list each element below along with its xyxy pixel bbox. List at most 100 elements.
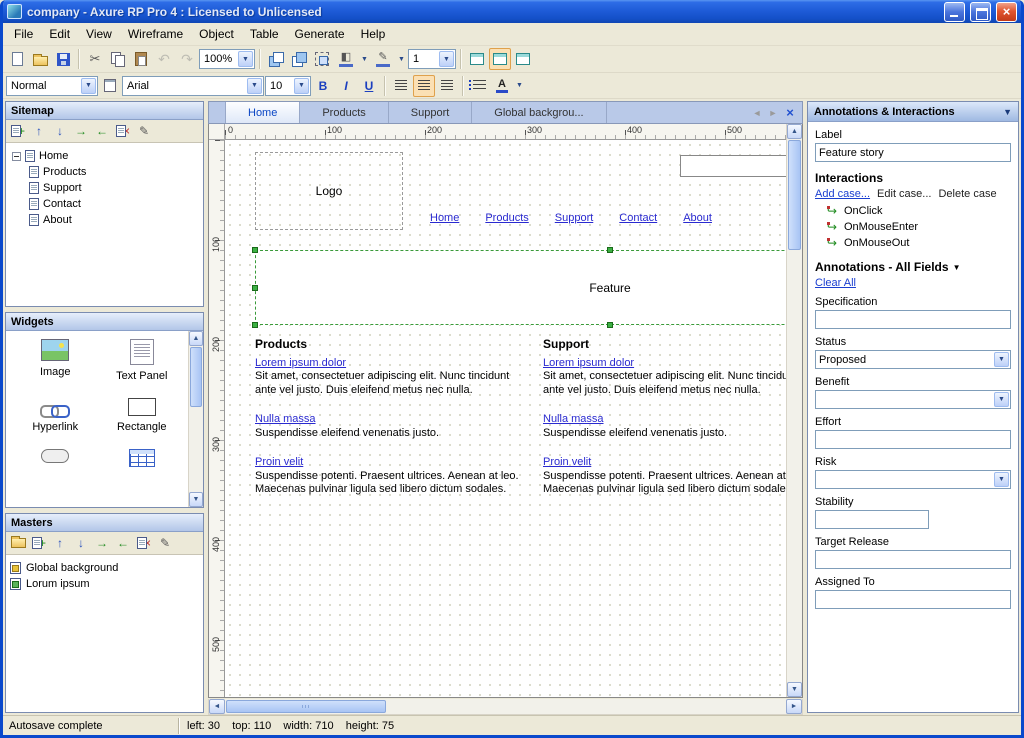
undo-button[interactable] [153, 48, 175, 70]
delete-case-link[interactable]: Delete case [938, 188, 996, 200]
menu-wireframe[interactable]: Wireframe [120, 24, 191, 44]
tree-node-about[interactable]: About [29, 212, 200, 228]
selection-handle[interactable] [607, 322, 613, 328]
scroll-right-icon[interactable]: ► [786, 699, 802, 714]
font-color-button[interactable]: A [491, 75, 513, 97]
line-color-dropdown[interactable]: ▼ [396, 48, 407, 70]
panel-menu-icon[interactable]: ▼ [1003, 107, 1012, 117]
redo-button[interactable] [176, 48, 198, 70]
horizontal-scrollbar[interactable]: ◄ ► [208, 699, 803, 715]
event-onclick[interactable]: OnClick [827, 203, 1011, 219]
tab-home[interactable]: Home [225, 102, 300, 123]
new-button[interactable] [6, 48, 28, 70]
font-color-dropdown[interactable]: ▼ [514, 75, 525, 97]
widget-rounded-rectangle[interactable] [12, 449, 99, 467]
scrollbar-thumb[interactable] [788, 140, 801, 250]
menu-edit[interactable]: Edit [41, 24, 78, 44]
chevron-down-icon[interactable]: ▼ [994, 472, 1009, 487]
column-link[interactable]: Proin velit [255, 456, 303, 470]
move-up-button[interactable]: ↑ [50, 534, 70, 553]
edit-case-link[interactable]: Edit case... [877, 188, 931, 200]
scroll-down-icon[interactable]: ▼ [189, 492, 203, 507]
fill-color-button[interactable]: ◧ [334, 48, 358, 70]
nav-link-support[interactable]: Support [555, 212, 594, 224]
event-onmouseout[interactable]: OnMouseOut [827, 235, 1011, 251]
nav-link-about[interactable]: About [683, 212, 712, 224]
master-item-lorum-ipsum[interactable]: Lorum ipsum [10, 576, 199, 592]
stability-input[interactable] [815, 510, 929, 529]
risk-select[interactable]: ▼ [815, 470, 1011, 489]
chevron-down-icon[interactable]: ▼ [994, 352, 1009, 367]
menu-table[interactable]: Table [242, 24, 287, 44]
cut-button[interactable] [84, 48, 106, 70]
group-button[interactable] [311, 48, 333, 70]
selection-handle[interactable] [607, 247, 613, 253]
minimize-button[interactable] [944, 2, 965, 22]
add-master-button[interactable]: + [29, 534, 49, 553]
widget-text-panel[interactable]: Text Panel [99, 339, 186, 382]
menu-object[interactable]: Object [191, 24, 242, 44]
maximize-button[interactable] [970, 2, 991, 22]
scrollbar-thumb[interactable] [226, 700, 386, 713]
event-onmouseenter[interactable]: OnMouseEnter [827, 219, 1011, 235]
add-page-button[interactable]: + [8, 122, 28, 141]
label-input[interactable] [815, 143, 1011, 162]
master-item-global-background[interactable]: Global background [10, 560, 199, 576]
widget-rectangle[interactable]: Rectangle [99, 398, 186, 433]
effort-input[interactable] [815, 430, 1011, 449]
tab-global-background[interactable]: Global backgrou... [472, 102, 606, 123]
align-left-button[interactable] [390, 75, 412, 97]
annotations-toggle-button[interactable] [489, 48, 511, 70]
rename-page-button[interactable]: ✎ [134, 122, 154, 141]
chevron-down-icon[interactable]: ▼ [439, 51, 454, 67]
move-up-button[interactable]: ↑ [29, 122, 49, 141]
widget-image[interactable]: Image [12, 339, 99, 382]
assigned-to-input[interactable] [815, 590, 1011, 609]
all-fields-heading[interactable]: Annotations - All Fields ▼ [815, 260, 1011, 274]
tree-node-home[interactable]: Home [9, 148, 200, 164]
scroll-down-icon[interactable]: ▼ [787, 682, 802, 697]
notes-button[interactable] [512, 48, 534, 70]
paste-button[interactable] [130, 48, 152, 70]
products-column[interactable]: Products Lorem ipsum dolor Sit amet, con… [255, 338, 531, 511]
add-case-link[interactable]: Add case... [815, 188, 870, 200]
bring-to-front-button[interactable] [265, 48, 287, 70]
delete-master-button[interactable]: × [134, 534, 154, 553]
chevron-down-icon[interactable]: ▼ [953, 263, 961, 272]
benefit-select[interactable]: ▼ [815, 390, 1011, 409]
column-link[interactable]: Lorem ipsum dolor [255, 357, 346, 371]
collapse-icon[interactable] [12, 152, 21, 161]
footnotes-button[interactable] [466, 48, 488, 70]
menu-view[interactable]: View [78, 24, 120, 44]
scroll-up-icon[interactable]: ▲ [189, 331, 203, 346]
rename-master-button[interactable]: ✎ [155, 534, 175, 553]
indent-button[interactable]: → [92, 534, 112, 553]
chevron-down-icon[interactable]: ▼ [294, 78, 309, 94]
chevron-down-icon[interactable]: ▼ [81, 78, 96, 94]
wireframe-canvas[interactable]: Logo Home Products Support Contact About… [225, 140, 786, 697]
column-link[interactable]: Proin velit [543, 456, 591, 470]
specification-input[interactable] [815, 310, 1011, 329]
line-color-button[interactable]: ✎ [371, 48, 395, 70]
status-select[interactable]: Proposed ▼ [815, 350, 1011, 369]
nav-link-contact[interactable]: Contact [619, 212, 657, 224]
header-field-placeholder[interactable] [680, 155, 786, 177]
outdent-button[interactable]: ← [113, 534, 133, 553]
align-center-button[interactable] [413, 75, 435, 97]
chevron-down-icon[interactable]: ▼ [994, 392, 1009, 407]
target-release-input[interactable] [815, 550, 1011, 569]
bold-button[interactable]: B [312, 75, 334, 97]
nav-link-products[interactable]: Products [485, 212, 528, 224]
style-select[interactable]: Normal ▼ [6, 76, 98, 96]
new-folder-button[interactable] [8, 534, 28, 553]
close-button[interactable]: × [996, 2, 1017, 22]
fill-color-dropdown[interactable]: ▼ [359, 48, 370, 70]
scroll-tabs-left-icon[interactable]: ◄ [750, 108, 764, 118]
feature-widget-selected[interactable]: Feature [255, 250, 786, 325]
widgets-scrollbar[interactable]: ▲ ▼ [188, 331, 203, 507]
vertical-scrollbar[interactable]: ▲ ▼ [786, 124, 802, 697]
scroll-up-icon[interactable]: ▲ [787, 124, 802, 139]
column-link[interactable]: Nulla massa [543, 413, 604, 427]
underline-button[interactable]: U [358, 75, 380, 97]
widget-table[interactable] [99, 449, 186, 467]
